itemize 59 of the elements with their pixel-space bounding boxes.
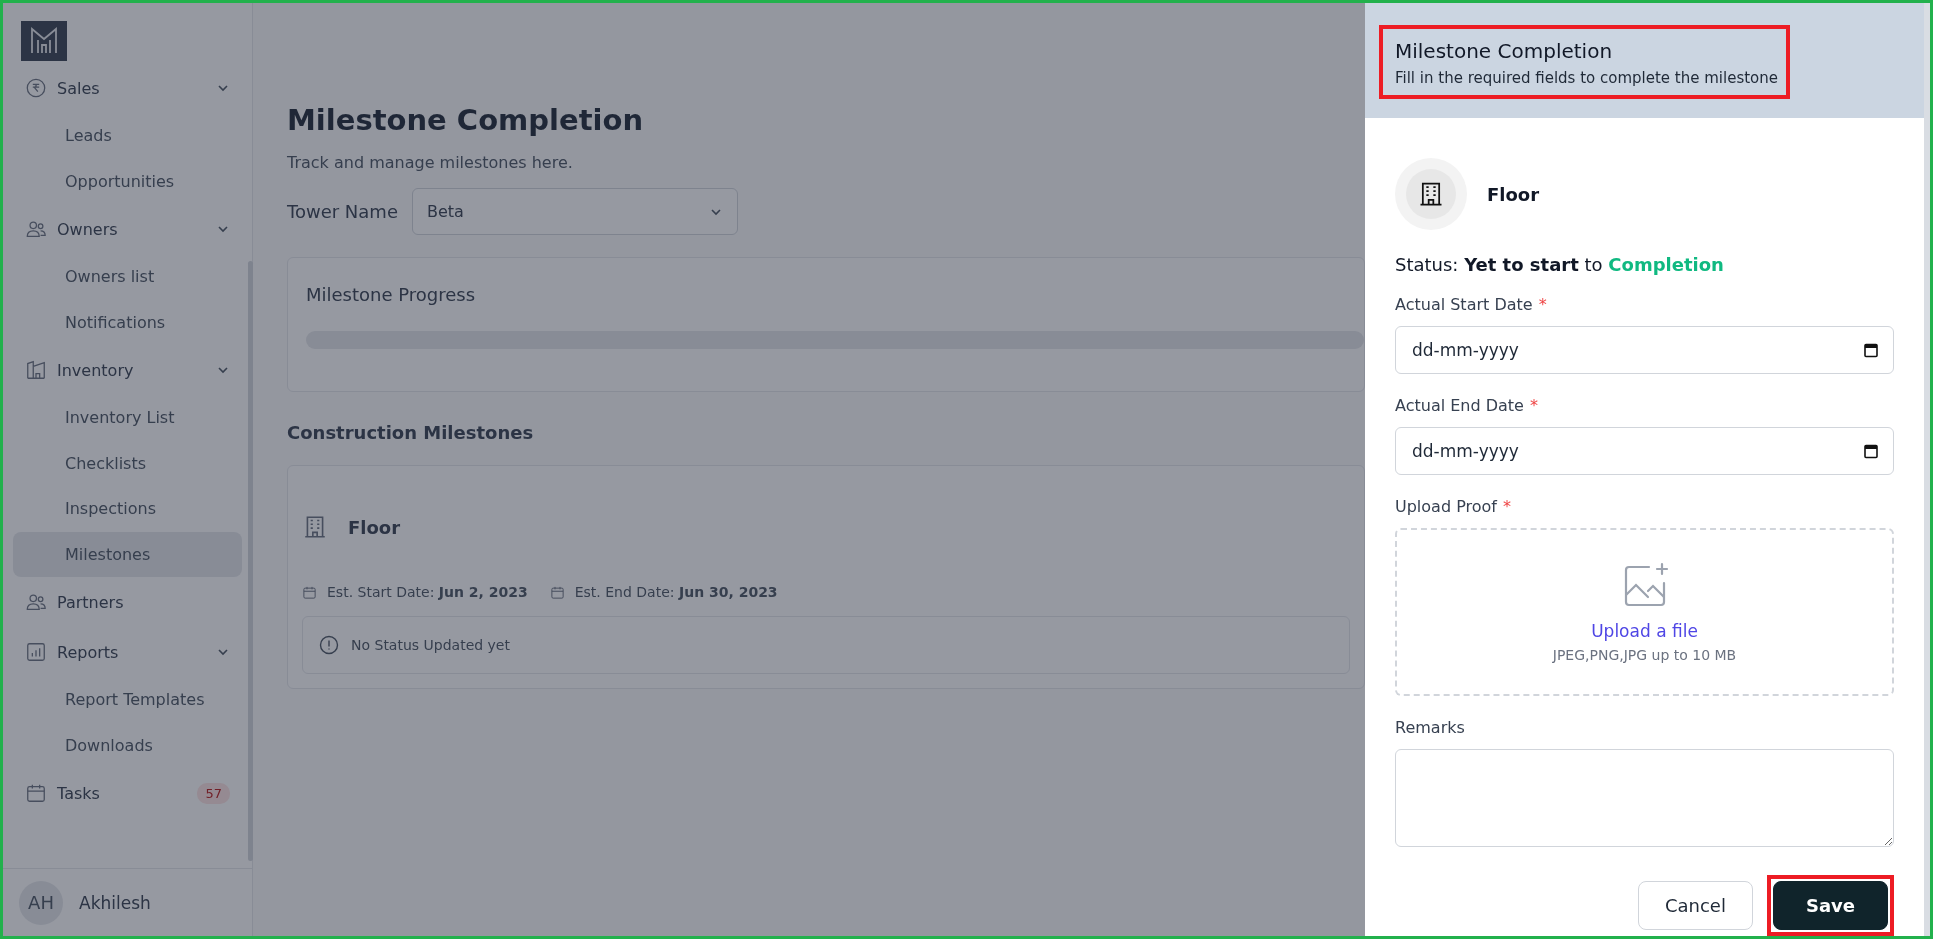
date-field[interactable]: dd-mm-yyyy xyxy=(1395,427,1894,475)
page-title: Milestone Completion xyxy=(287,103,645,137)
nav-item[interactable]: Reports xyxy=(13,627,242,677)
tower-select[interactable]: Beta xyxy=(412,188,738,235)
calendar-icon[interactable] xyxy=(1863,443,1879,459)
nav-item[interactable]: Sales xyxy=(13,63,242,113)
field-label: Actual Start Date xyxy=(1395,295,1533,314)
upload-dropzone[interactable]: Upload a file JPEG,PNG,JPG up to 10 MB xyxy=(1395,528,1894,696)
calendar-icon xyxy=(549,584,565,600)
building-icon xyxy=(25,359,47,381)
nav-subitem[interactable]: Leads xyxy=(13,113,242,159)
nav-subitem[interactable]: Milestones xyxy=(13,531,242,577)
nav-subitem[interactable]: Notifications xyxy=(13,299,242,345)
field-label: Tower Name xyxy=(287,201,398,222)
nav-subitem[interactable]: Checklists xyxy=(13,440,242,486)
calendar-icon xyxy=(302,584,317,600)
drawer-subtitle: Fill in the required fields to complete the milestone xyxy=(1395,69,1779,87)
chart-icon xyxy=(25,641,47,663)
calendar-icon[interactable] xyxy=(1863,342,1879,358)
nav-subitem[interactable]: Opportunities xyxy=(13,158,242,204)
user-avatar[interactable]: AH xyxy=(19,880,63,925)
nav-subitem[interactable]: Inspections xyxy=(13,486,242,532)
nav-subitem[interactable]: Report Templates xyxy=(13,677,242,723)
section-title: Construction Milestones xyxy=(287,422,535,443)
info-icon xyxy=(319,635,339,655)
status-text: No Status Updated yet xyxy=(351,637,510,653)
field-label: Remarks xyxy=(1395,718,1465,737)
drawer-title: Milestone Completion xyxy=(1395,39,1614,63)
nav-subitem[interactable]: Inventory List xyxy=(13,395,242,441)
nav-item[interactable]: Partners xyxy=(13,577,242,627)
field-label: Upload Proof xyxy=(1395,497,1497,516)
nav-item[interactable]: Tasks 57 xyxy=(13,768,242,818)
nav-item[interactable]: Inventory xyxy=(13,345,242,395)
cancel-button[interactable]: Cancel xyxy=(1637,881,1753,930)
upload-hint: JPEG,PNG,JPG up to 10 MB xyxy=(1552,647,1737,663)
remarks-field[interactable] xyxy=(1395,749,1894,847)
building-icon xyxy=(302,514,328,540)
status-line: Status: Yet to start to Completion xyxy=(1395,254,1725,275)
required-mark: * xyxy=(1529,396,1538,415)
page-subtitle: Track and manage milestones here. xyxy=(287,153,574,172)
rupee-icon xyxy=(25,77,47,99)
required-mark: * xyxy=(1502,497,1511,516)
count-badge: 57 xyxy=(197,782,230,804)
calendar-icon xyxy=(25,782,47,804)
milestone-name: Floor xyxy=(348,516,401,538)
nav-subitem[interactable]: Downloads xyxy=(13,722,242,768)
user-name: Akhilesh xyxy=(79,892,151,913)
nav-subitem[interactable]: Owners list xyxy=(13,254,242,300)
end-date: Est. End Date: Jun 30, 2023 xyxy=(574,584,778,600)
start-date: Est. Start Date: Jun 2, 2023 xyxy=(327,584,528,600)
item-name: Floor xyxy=(1487,183,1540,205)
logo-icon[interactable] xyxy=(21,21,67,61)
upload-link[interactable]: Upload a file xyxy=(1591,621,1698,641)
field-label: Actual End Date xyxy=(1395,396,1524,415)
date-field[interactable]: dd-mm-yyyy xyxy=(1395,326,1894,374)
required-mark: * xyxy=(1538,295,1547,314)
save-button[interactable]: Save xyxy=(1772,881,1888,930)
nav-item[interactable]: Owners xyxy=(13,204,242,254)
card-title: Milestone Progress xyxy=(306,284,477,305)
